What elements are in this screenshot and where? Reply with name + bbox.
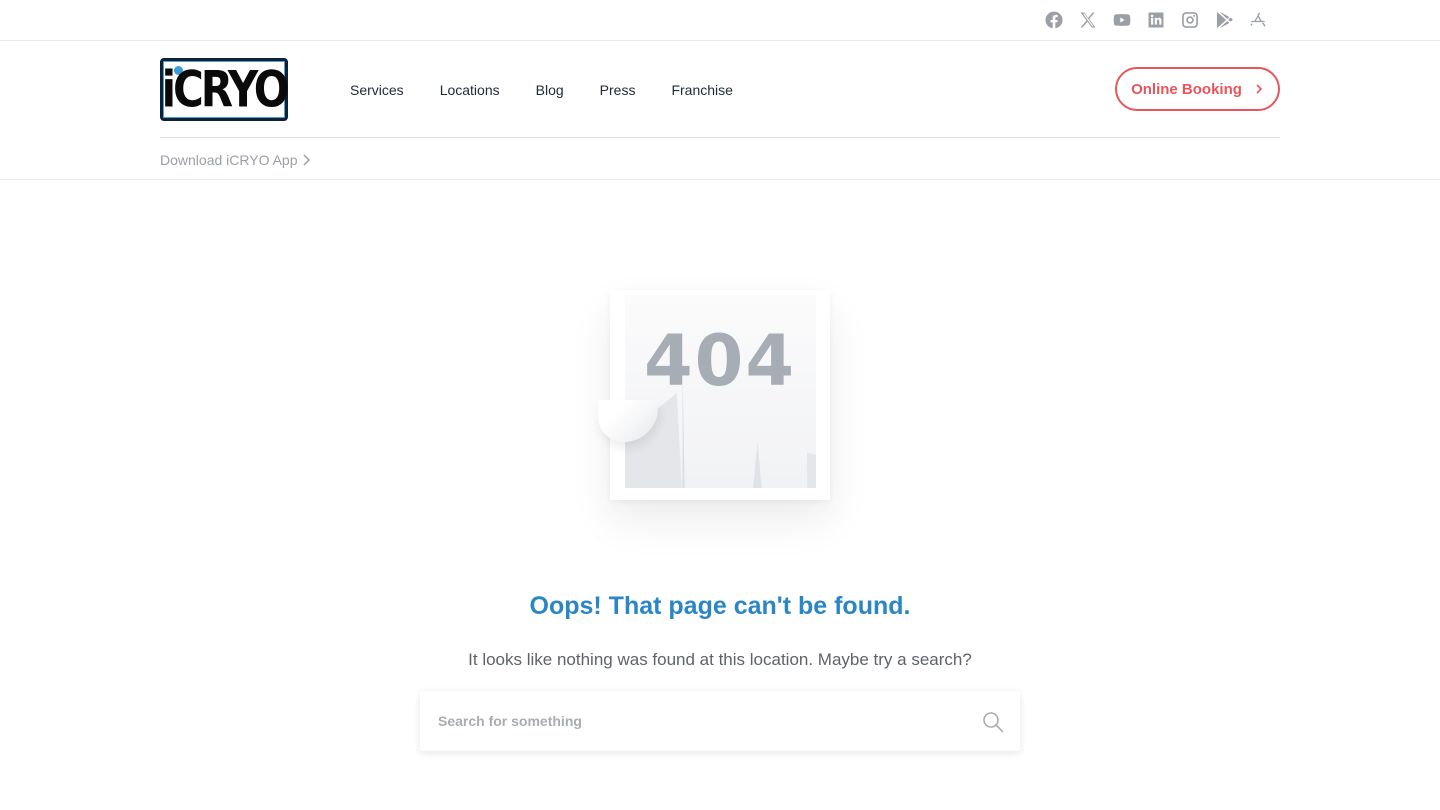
chevron-right-icon: [303, 154, 311, 166]
online-booking-label: Online Booking: [1131, 80, 1242, 98]
error-illustration: 404: [598, 290, 830, 500]
chevron-right-icon: [1256, 84, 1263, 94]
search-input[interactable]: [420, 691, 960, 751]
google-play-icon[interactable]: [1214, 10, 1234, 30]
nav-item-franchise[interactable]: Franchise: [671, 82, 732, 98]
logo-text: iCRYO: [161, 60, 290, 119]
social-links: [1044, 10, 1268, 30]
facebook-icon[interactable]: [1044, 10, 1064, 30]
app-store-icon[interactable]: [1248, 10, 1268, 30]
error-description: It looks like nothing was found at this …: [468, 650, 972, 669]
site-header: iCRYO Services Locations Blog Press Fran…: [160, 41, 1280, 138]
nav-item-press[interactable]: Press: [600, 82, 636, 98]
instagram-icon[interactable]: [1180, 10, 1200, 30]
search-icon: [983, 712, 1004, 733]
x-twitter-icon[interactable]: [1078, 10, 1098, 30]
error-code: 404: [643, 320, 797, 402]
download-app-link[interactable]: Download iCRYO App: [160, 152, 311, 168]
brand-logo[interactable]: iCRYO: [160, 58, 290, 121]
social-bar: [0, 0, 1440, 41]
search-box: [420, 691, 1020, 751]
linkedin-icon[interactable]: [1146, 10, 1166, 30]
search-button[interactable]: [982, 711, 1004, 733]
sub-bar: Download iCRYO App: [0, 139, 1440, 180]
download-app-label: Download iCRYO App: [160, 152, 298, 168]
online-booking-button[interactable]: Online Booking: [1115, 67, 1280, 111]
nav-item-blog[interactable]: Blog: [536, 82, 564, 98]
nav-item-locations[interactable]: Locations: [440, 82, 500, 98]
nav-item-services[interactable]: Services: [350, 82, 404, 98]
main-nav: Services Locations Blog Press Franchise: [350, 82, 733, 98]
error-title: Oops! That page can't be found.: [529, 592, 911, 620]
youtube-icon[interactable]: [1112, 10, 1132, 30]
